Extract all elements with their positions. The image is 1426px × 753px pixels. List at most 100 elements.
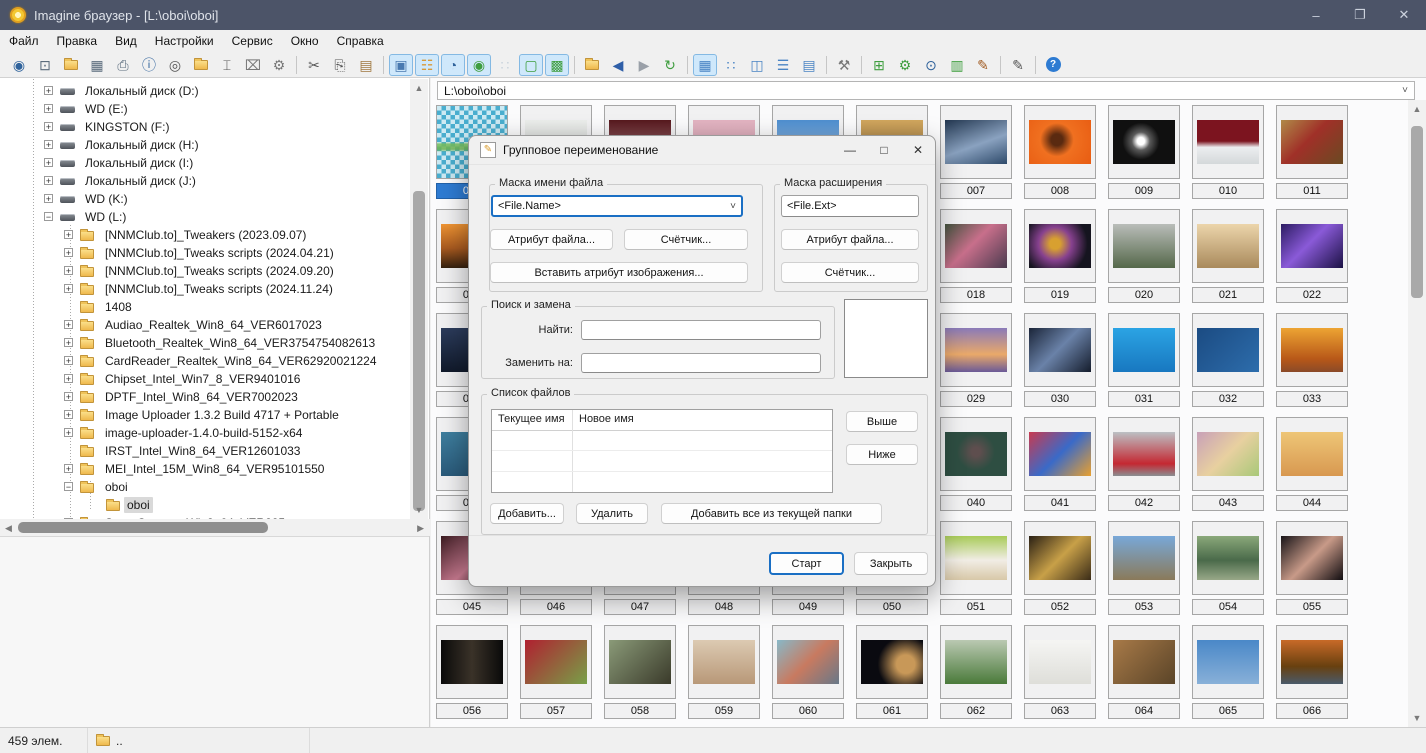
- thumbnail-label[interactable]: 047: [604, 599, 676, 615]
- thumbnail-image[interactable]: [1108, 521, 1180, 595]
- scroll-left-icon[interactable]: ◀: [5, 523, 12, 534]
- thumbnail-label[interactable]: 007: [940, 183, 1012, 199]
- thumbnail-image[interactable]: [1192, 625, 1264, 699]
- tree-item[interactable]: + [NNMClub.to]_Tweakers (2023.09.07): [0, 226, 409, 244]
- thumbnail-image[interactable]: [688, 625, 760, 699]
- thumbnail-label[interactable]: 055: [1276, 599, 1348, 615]
- thumbnail-label[interactable]: 032: [1192, 391, 1264, 407]
- collapse-icon[interactable]: −: [44, 212, 53, 222]
- ext-attr-button[interactable]: Атрибут файла...: [781, 229, 919, 250]
- expand-icon[interactable]: +: [64, 284, 73, 294]
- dialog-maximize-button[interactable]: □: [867, 136, 901, 164]
- thumbnail-label[interactable]: 022: [1276, 287, 1348, 303]
- menu-file[interactable]: Файл: [0, 31, 48, 51]
- name-mask-combobox[interactable]: <File.Name> ˅: [491, 195, 743, 217]
- paste-button[interactable]: ▤: [354, 54, 378, 76]
- thumbnail-image[interactable]: [1192, 521, 1264, 595]
- chevron-down-icon[interactable]: ˅: [730, 201, 736, 212]
- file-list-table[interactable]: Текущее имя Новое имя: [491, 409, 833, 493]
- tree-vertical-scrollbar[interactable]: ▲ ▼: [410, 79, 428, 519]
- thumbnail-image[interactable]: [1108, 625, 1180, 699]
- thumbnail-label[interactable]: 045: [436, 599, 508, 615]
- tree-item[interactable]: + WD (K:): [0, 190, 409, 208]
- thumbnail-image[interactable]: [520, 625, 592, 699]
- tree-item[interactable]: + MEI_Intel_15M_Win8_64_VER95101550: [0, 460, 409, 478]
- minimize-button[interactable]: –: [1294, 0, 1338, 30]
- thumbnail-label[interactable]: 058: [604, 703, 676, 719]
- expand-icon[interactable]: +: [64, 338, 73, 348]
- tree-item[interactable]: + Audiao_Realtek_Win8_64_VER6017023: [0, 316, 409, 334]
- thumbnail-image[interactable]: [1108, 209, 1180, 283]
- tree-item[interactable]: + KINGSTON (F:): [0, 118, 409, 136]
- thumbnail-label[interactable]: 065: [1192, 703, 1264, 719]
- dialog-close-action-button[interactable]: Закрыть: [854, 552, 928, 575]
- thumbnail-label[interactable]: 046: [520, 599, 592, 615]
- thumbnail-image[interactable]: [1192, 313, 1264, 387]
- thumbnail-image[interactable]: [1024, 313, 1096, 387]
- thumbnail-label[interactable]: 021: [1192, 287, 1264, 303]
- menu-help[interactable]: Справка: [328, 31, 393, 51]
- thumbnail-label[interactable]: 030: [1024, 391, 1096, 407]
- thumbnail-image[interactable]: [604, 625, 676, 699]
- thumbnail-label[interactable]: 049: [772, 599, 844, 615]
- thumbnail-label[interactable]: 009: [1108, 183, 1180, 199]
- screen-capture-button[interactable]: ⊙: [919, 54, 943, 76]
- tree-hscroll-thumb[interactable]: [18, 522, 268, 533]
- view-thumbnails-button[interactable]: ▦: [693, 53, 717, 76]
- add-all-button[interactable]: Добавить все из текущей папки: [661, 503, 882, 524]
- thumbnail-label[interactable]: 063: [1024, 703, 1096, 719]
- thumbnail-image[interactable]: [1024, 105, 1096, 179]
- help-button[interactable]: ?: [1041, 54, 1065, 76]
- thumbnail-label[interactable]: 053: [1108, 599, 1180, 615]
- thumbnail-label[interactable]: 031: [1108, 391, 1180, 407]
- thumbnail-image[interactable]: [1192, 209, 1264, 283]
- thumbnail-image[interactable]: [940, 521, 1012, 595]
- menu-window[interactable]: Окно: [282, 31, 328, 51]
- toggle-browser-button[interactable]: ▣: [389, 53, 413, 76]
- thumbnail-label[interactable]: 044: [1276, 495, 1348, 511]
- expand-icon[interactable]: +: [44, 158, 53, 168]
- scroll-up-icon[interactable]: ▲: [410, 83, 428, 93]
- thumbnail-image[interactable]: [940, 625, 1012, 699]
- name-attr-button[interactable]: Атрибут файла...: [490, 229, 613, 250]
- thumbnail-image[interactable]: [1276, 417, 1348, 491]
- close-button[interactable]: ✕: [1382, 0, 1426, 30]
- thumbnail-label[interactable]: 052: [1024, 599, 1096, 615]
- delete-button[interactable]: ⌧: [241, 54, 265, 76]
- tools-button[interactable]: ⚒: [832, 54, 856, 76]
- thumbnail-image[interactable]: [856, 625, 928, 699]
- thumbnail-image[interactable]: [1192, 417, 1264, 491]
- expand-icon[interactable]: +: [44, 122, 53, 132]
- name-counter-button[interactable]: Счётчик...: [624, 229, 748, 250]
- thumbnail-label[interactable]: 056: [436, 703, 508, 719]
- thumbnail-label[interactable]: 051: [940, 599, 1012, 615]
- move-up-button[interactable]: Выше: [846, 411, 918, 432]
- expand-icon[interactable]: +: [44, 86, 53, 96]
- tree-item[interactable]: + Bluetooth_Realtek_Win8_64_VER3754754082…: [0, 334, 409, 352]
- expand-icon[interactable]: +: [64, 320, 73, 330]
- thumbnail-label[interactable]: 029: [940, 391, 1012, 407]
- toggle-folder-tree-button[interactable]: ☷: [415, 53, 439, 76]
- toggle-grid-button[interactable]: ∷: [493, 54, 517, 76]
- view-tiles-button[interactable]: ◫: [745, 54, 769, 76]
- video-edit-button[interactable]: ✎: [971, 54, 995, 76]
- tree-item[interactable]: + CardReader_Realtek_Win8_64_VER629200212…: [0, 352, 409, 370]
- thumbnail-image[interactable]: [1024, 521, 1096, 595]
- menu-service[interactable]: Сервис: [223, 31, 282, 51]
- thumbnail-label[interactable]: 041: [1024, 495, 1096, 511]
- thumbnail-label[interactable]: 042: [1108, 495, 1180, 511]
- file-properties-button[interactable]: ⚙: [267, 54, 291, 76]
- tree-item[interactable]: IRST_Intel_Win8_64_VER12601033: [0, 442, 409, 460]
- remove-button[interactable]: Удалить: [576, 503, 648, 524]
- print-button[interactable]: ⎙: [111, 54, 135, 76]
- thumbnail-label[interactable]: 008: [1024, 183, 1096, 199]
- add-images-button[interactable]: ⊞: [867, 54, 891, 76]
- replace-input[interactable]: [581, 353, 821, 373]
- copy-button[interactable]: ⎘: [328, 54, 352, 76]
- thumbnail-label[interactable]: 040: [940, 495, 1012, 511]
- thumbnail-label[interactable]: 033: [1276, 391, 1348, 407]
- thumbnail-image[interactable]: [1276, 625, 1348, 699]
- expand-icon[interactable]: +: [44, 140, 53, 150]
- tree-item[interactable]: − oboi: [0, 478, 409, 496]
- toggle-image-pane-button[interactable]: ▢: [519, 53, 543, 76]
